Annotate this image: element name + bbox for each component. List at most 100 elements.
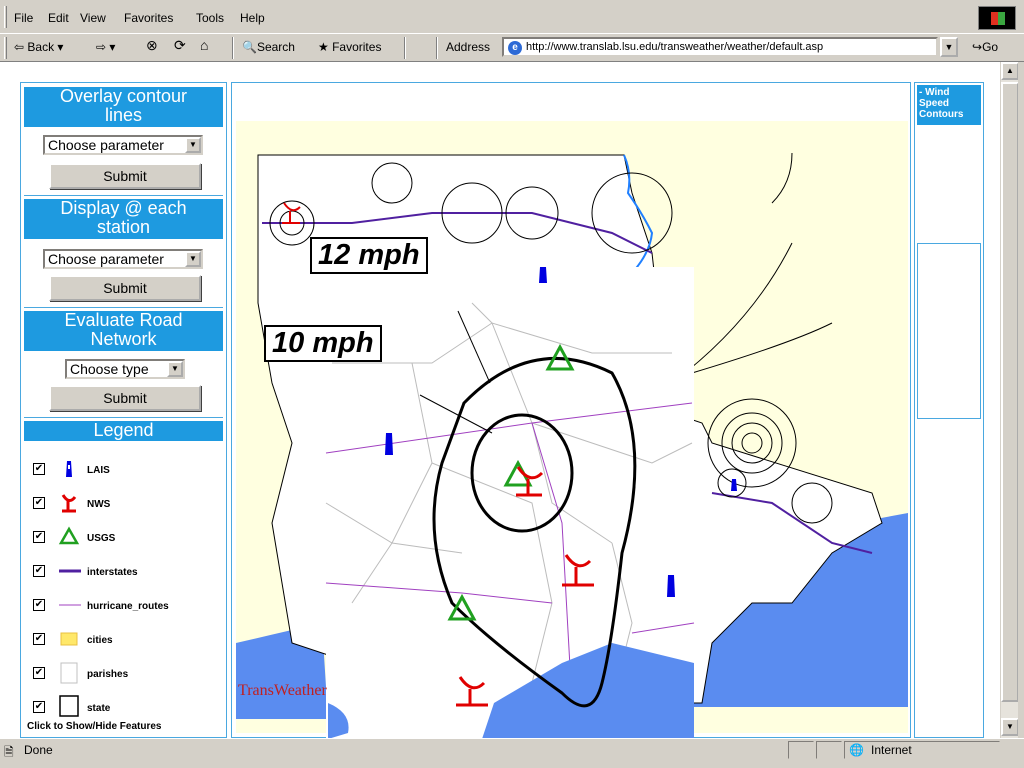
divider [24,417,223,418]
evaluate-submit-button[interactable]: Submit [49,385,201,411]
back-dropdown-icon[interactable]: ▾ [57,40,63,54]
heading-line: station [96,217,151,237]
chevron-down-icon[interactable]: ▼ [185,137,201,153]
map-watermark: TransWeather [238,682,327,699]
divider [24,195,223,196]
address-dropdown-button[interactable]: ▼ [940,37,958,57]
toolbar-separator [232,37,234,59]
legend-checkbox[interactable]: ✔ [33,463,45,475]
globe-icon: 🌐 [849,743,864,757]
contour-info-panel: - Wind Speed Contours [914,82,984,738]
select-value: Choose parameter [48,251,164,267]
toolbar-grip [4,37,7,59]
display-submit-button[interactable]: Submit [49,275,201,301]
back-arrow-icon: ⇦ [14,40,28,54]
city-swatch-icon [60,632,78,646]
chevron-down-icon[interactable]: ▼ [185,251,201,267]
lais-station-icon[interactable] [539,267,547,283]
legend-checkbox[interactable]: ✔ [33,701,45,713]
favorites-button[interactable]: ★ Favorites [318,40,381,54]
overlay-submit-button[interactable]: Submit [49,163,201,189]
legend-label: parishes [87,669,129,680]
wind-speed-contours-heading: - Wind Speed Contours [917,85,981,125]
menu-view[interactable]: View [80,11,106,25]
evaluate-type-select[interactable]: Choose type ▼ [65,359,185,379]
heading-line: Evaluate Road [64,310,183,330]
control-panel: Overlay contour lines Choose parameter ▼… [20,82,227,738]
refresh-icon[interactable]: ⟳ [174,37,186,54]
label-12-mph: 12 mph [310,237,428,274]
heading-line: lines [104,105,143,125]
interstate-line-icon [59,569,81,573]
state-outline-icon [59,695,79,717]
vertical-scrollbar[interactable]: ▲ ▼ [1000,62,1019,738]
overlay-contour-heading: Overlay contour lines [24,87,223,127]
legend-label: USGS [87,533,116,544]
menu-grip [4,6,7,28]
chevron-down-icon[interactable]: ▼ [167,361,183,377]
lais-station-icon[interactable] [385,433,393,455]
scroll-down-icon[interactable]: ▼ [1001,718,1019,736]
zone-label: Internet [871,743,912,757]
legend-checkbox[interactable]: ✔ [33,497,45,509]
toolbar: ⇦ Back ▾ ⇨ ▾ ⊗ ⟳ ⌂ 🔍Search ★ Favorites A… [0,34,1024,62]
menu-help[interactable]: Help [240,11,265,25]
display-parameter-select[interactable]: Choose parameter ▼ [43,249,203,269]
search-label: Search [256,40,295,54]
forward-button[interactable]: ⇨ ▾ [96,40,115,54]
heading-line: Display @ each [60,198,187,218]
menu-tools[interactable]: Tools [196,11,224,25]
go-arrow-icon: ↪ [972,40,983,54]
scroll-thumb[interactable] [1001,82,1019,702]
back-label: Back [27,40,55,54]
lais-station-icon[interactable] [731,479,737,491]
heading-line: Overlay contour [59,86,188,106]
address-field[interactable]: e http://www.translab.lsu.edu/transweath… [502,37,938,57]
legend-checkbox[interactable]: ✔ [33,531,45,543]
favorites-icon: ★ [318,40,333,54]
window-edge [1018,62,1024,738]
legend-label: cities [87,635,113,646]
display-station-heading: Display @ each station [24,199,223,239]
legend-label: NWS [87,499,111,510]
legend-checkbox[interactable]: ✔ [33,565,45,577]
menu-edit[interactable]: Edit [48,11,69,25]
search-icon: 🔍 [242,40,257,54]
page-viewport: Overlay contour lines Choose parameter ▼… [0,62,1000,738]
heading-line: Contours [919,109,964,120]
legend-label: LAIS [87,465,110,476]
status-bar: 🗎 Done 🌐 Internet [0,738,1024,768]
toolbar-separator [436,37,438,59]
heading-line: Network [90,329,157,349]
contour-legend-box [917,243,981,419]
legend-checkbox[interactable]: ✔ [33,667,45,679]
divider [24,307,223,308]
legend-label: hurricane_routes [87,601,169,612]
overlay-parameter-select[interactable]: Choose parameter ▼ [43,135,203,155]
heading-line: - Wind [919,87,950,98]
select-value: Choose parameter [48,137,164,153]
map-frame[interactable]: TransWeather 12 mph 10 mph [231,82,911,738]
page-done-icon: 🗎 [4,745,14,759]
ie-page-icon: e [508,41,522,55]
stop-icon[interactable]: ⊗ [146,37,158,54]
wind-speed-map[interactable]: TransWeather [232,83,912,738]
legend-checkbox[interactable]: ✔ [33,599,45,611]
favorites-label: Favorites [332,40,382,54]
lais-station-icon[interactable] [667,575,675,597]
legend-label: interstates [87,567,138,578]
menu-favorites[interactable]: Favorites [124,11,173,25]
back-button[interactable]: ⇦ Back ▾ [14,40,63,54]
label-10-mph: 10 mph [264,325,382,362]
home-icon[interactable]: ⌂ [200,37,208,53]
forward-dropdown-icon[interactable]: ▾ [109,40,115,54]
select-value: Choose type [70,361,149,377]
search-button[interactable]: 🔍Search [242,40,295,54]
legend-checkbox[interactable]: ✔ [33,633,45,645]
parish-outline-icon [60,662,78,684]
hurricane-route-line-icon [59,604,81,606]
legend-label: state [87,703,111,714]
scroll-up-icon[interactable]: ▲ [1001,62,1019,80]
go-button[interactable]: ↪Go [972,40,998,54]
menu-file[interactable]: File [14,11,33,25]
